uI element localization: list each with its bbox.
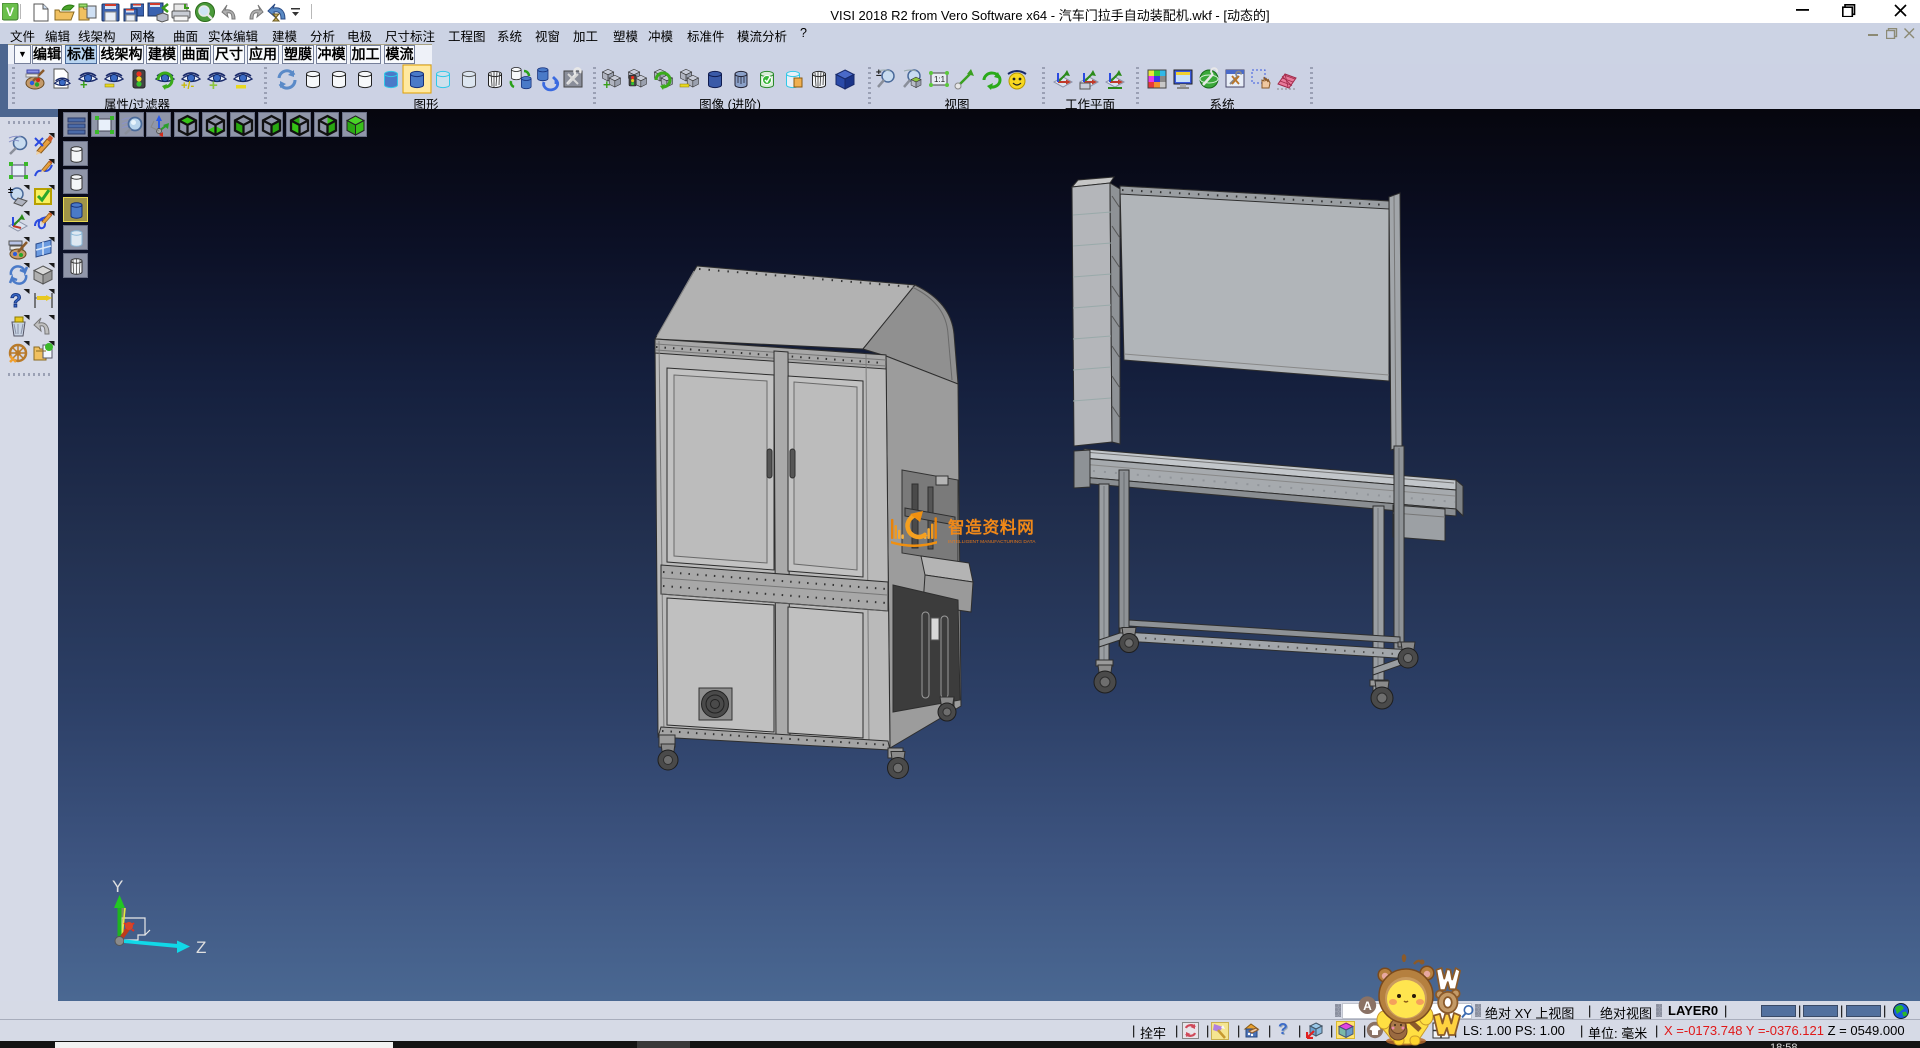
svg-text:+: + (209, 77, 218, 94)
svg-text:1:1: 1:1 (934, 75, 946, 84)
svg-text:±: ± (8, 185, 13, 195)
svg-text:A: A (1363, 999, 1372, 1013)
svg-text:+: + (80, 77, 88, 92)
svg-text:?: ? (10, 291, 22, 312)
svg-text:INTELLIGENT MANUFACTURING DATA: INTELLIGENT MANUFACTURING DATA (948, 539, 1036, 545)
svg-text:V: V (6, 5, 14, 19)
svg-text:Y: Y (112, 877, 123, 896)
svg-text:±: ± (876, 68, 882, 79)
svg-text:+/-: +/- (181, 80, 194, 92)
svg-text:智造资料网: 智造资料网 (948, 517, 1035, 537)
svg-text:+: + (603, 77, 611, 92)
svg-text:Z: Z (196, 938, 206, 957)
